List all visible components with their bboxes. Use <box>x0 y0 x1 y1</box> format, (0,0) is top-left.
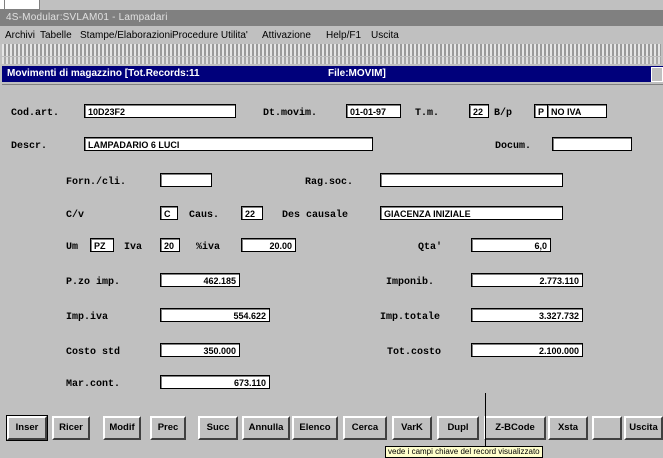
costo-std-label: Costo std <box>66 347 121 358</box>
vark-button[interactable]: VarK <box>392 416 432 440</box>
docum-field[interactable] <box>552 137 632 151</box>
um-label: Um <box>66 242 79 253</box>
menu-stampe[interactable]: Stampe/Elaborazioni <box>80 30 172 41</box>
p-zo-imp-label: P.zo imp. <box>66 277 121 288</box>
perc-iva-label: %iva <box>196 242 221 253</box>
window-file: File:MOVIM] <box>328 68 386 79</box>
dt-movim-label: Dt.movim. <box>263 108 318 119</box>
uscita-button[interactable]: Uscita <box>624 416 663 440</box>
tm-field[interactable]: 22 <box>469 104 489 118</box>
um-field[interactable]: PZ <box>90 238 114 252</box>
xsta-button[interactable]: Xsta <box>548 416 588 440</box>
menu-procedure[interactable]: Procedure Utilita' <box>172 30 248 41</box>
toolbar-dotted-strip <box>2 44 661 56</box>
bp-field[interactable]: P <box>534 104 548 118</box>
window-control-icon[interactable] <box>651 67 663 82</box>
window-title: Movimenti di magazzino [Tot.Records:11 <box>7 68 200 79</box>
tm-label: T.m. <box>415 108 440 119</box>
imp-totale-label: Imp.totale <box>380 312 441 323</box>
z-bcode-button[interactable]: Z-BCode <box>484 416 546 440</box>
no-iva-field[interactable]: NO IVA <box>547 104 607 118</box>
ricer-button[interactable]: Ricer <box>52 416 90 440</box>
cv-label: C/v <box>66 210 85 221</box>
descr-field[interactable]: LAMPADARIO 6 LUCI <box>84 137 373 151</box>
caus-field[interactable]: 22 <box>241 206 263 220</box>
caus-label: Caus. <box>189 210 220 221</box>
inser-button[interactable]: Inser <box>6 415 48 441</box>
app-title-bar: 4S-Modular:SVLAM01 - Lampadari <box>0 10 663 26</box>
dt-movim-field[interactable]: 01-01-97 <box>346 104 401 118</box>
succ-button[interactable]: Succ <box>198 416 238 440</box>
cod-art-field[interactable]: 10D23F2 <box>84 104 236 118</box>
child-window-title-bar: Movimenti di magazzino [Tot.Records:11 F… <box>2 66 663 82</box>
menu-attivazione[interactable]: Attivazione <box>262 30 311 41</box>
form-panel: Cod.art. 10D23F2 Dt.movim. 01-01-97 T.m.… <box>2 84 663 413</box>
mar-cont-label: Mar.cont. <box>66 379 121 390</box>
imp-totale-field[interactable]: 3.327.732 <box>471 308 583 322</box>
qta-field[interactable]: 6,0 <box>471 238 551 252</box>
tot-costo-label: Tot.costo <box>387 347 442 358</box>
des-causale-label: Des causale <box>282 210 349 221</box>
annulla-button[interactable]: Annulla <box>242 416 290 440</box>
p-zo-imp-field[interactable]: 462.185 <box>160 273 240 287</box>
docum-label: Docum. <box>495 141 532 152</box>
menu-uscita[interactable]: Uscita <box>371 30 399 41</box>
imp-iva-label: Imp.iva <box>66 312 109 323</box>
costo-std-field[interactable]: 350.000 <box>160 343 240 357</box>
menu-tabelle[interactable]: Tabelle <box>40 30 72 41</box>
cod-art-label: Cod.art. <box>11 108 60 119</box>
app-title: 4S-Modular:SVLAM01 - Lampadari <box>6 12 168 23</box>
text-cursor-icon <box>485 393 486 451</box>
descr-label: Descr. <box>11 141 48 152</box>
iva-field[interactable]: 20 <box>160 238 180 252</box>
forn-cli-label: Forn./cli. <box>66 177 127 188</box>
imponib-field[interactable]: 2.773.110 <box>471 273 583 287</box>
blank-button[interactable] <box>592 416 622 440</box>
perc-iva-field[interactable]: 20.00 <box>241 238 296 252</box>
partial-window-edge <box>4 0 40 10</box>
qta-label: Qta' <box>418 242 443 253</box>
modif-button[interactable]: Modif <box>103 416 141 440</box>
imp-iva-field[interactable]: 554.622 <box>160 308 270 322</box>
iva-label: Iva <box>124 242 143 253</box>
cerca-button[interactable]: Cerca <box>343 416 387 440</box>
rag-soc-label: Rag.soc. <box>305 177 354 188</box>
tot-costo-field[interactable]: 2.100.000 <box>471 343 583 357</box>
top-strip <box>0 0 663 10</box>
elenco-button[interactable]: Elenco <box>292 416 338 440</box>
toolbar-dotted-strip-2 <box>2 57 661 64</box>
prec-button[interactable]: Prec <box>150 416 186 440</box>
des-causale-field[interactable]: GIACENZA INIZIALE <box>380 206 563 220</box>
imponib-label: Imponib. <box>386 277 435 288</box>
menu-archivi[interactable]: Archivi <box>5 30 35 41</box>
mar-cont-field[interactable]: 673.110 <box>160 375 270 389</box>
tooltip: vede i campi chiave del record visualizz… <box>385 446 543 458</box>
menu-help[interactable]: Help/F1 <box>326 30 361 41</box>
bp-label: B/p <box>494 108 513 119</box>
rag-soc-field[interactable] <box>380 173 563 187</box>
dupl-button[interactable]: Dupl <box>437 416 479 440</box>
cv-field[interactable]: C <box>160 206 178 220</box>
forn-cli-field[interactable] <box>160 173 212 187</box>
menu-bar: Archivi Tabelle Stampe/Elaborazioni Proc… <box>0 27 663 43</box>
